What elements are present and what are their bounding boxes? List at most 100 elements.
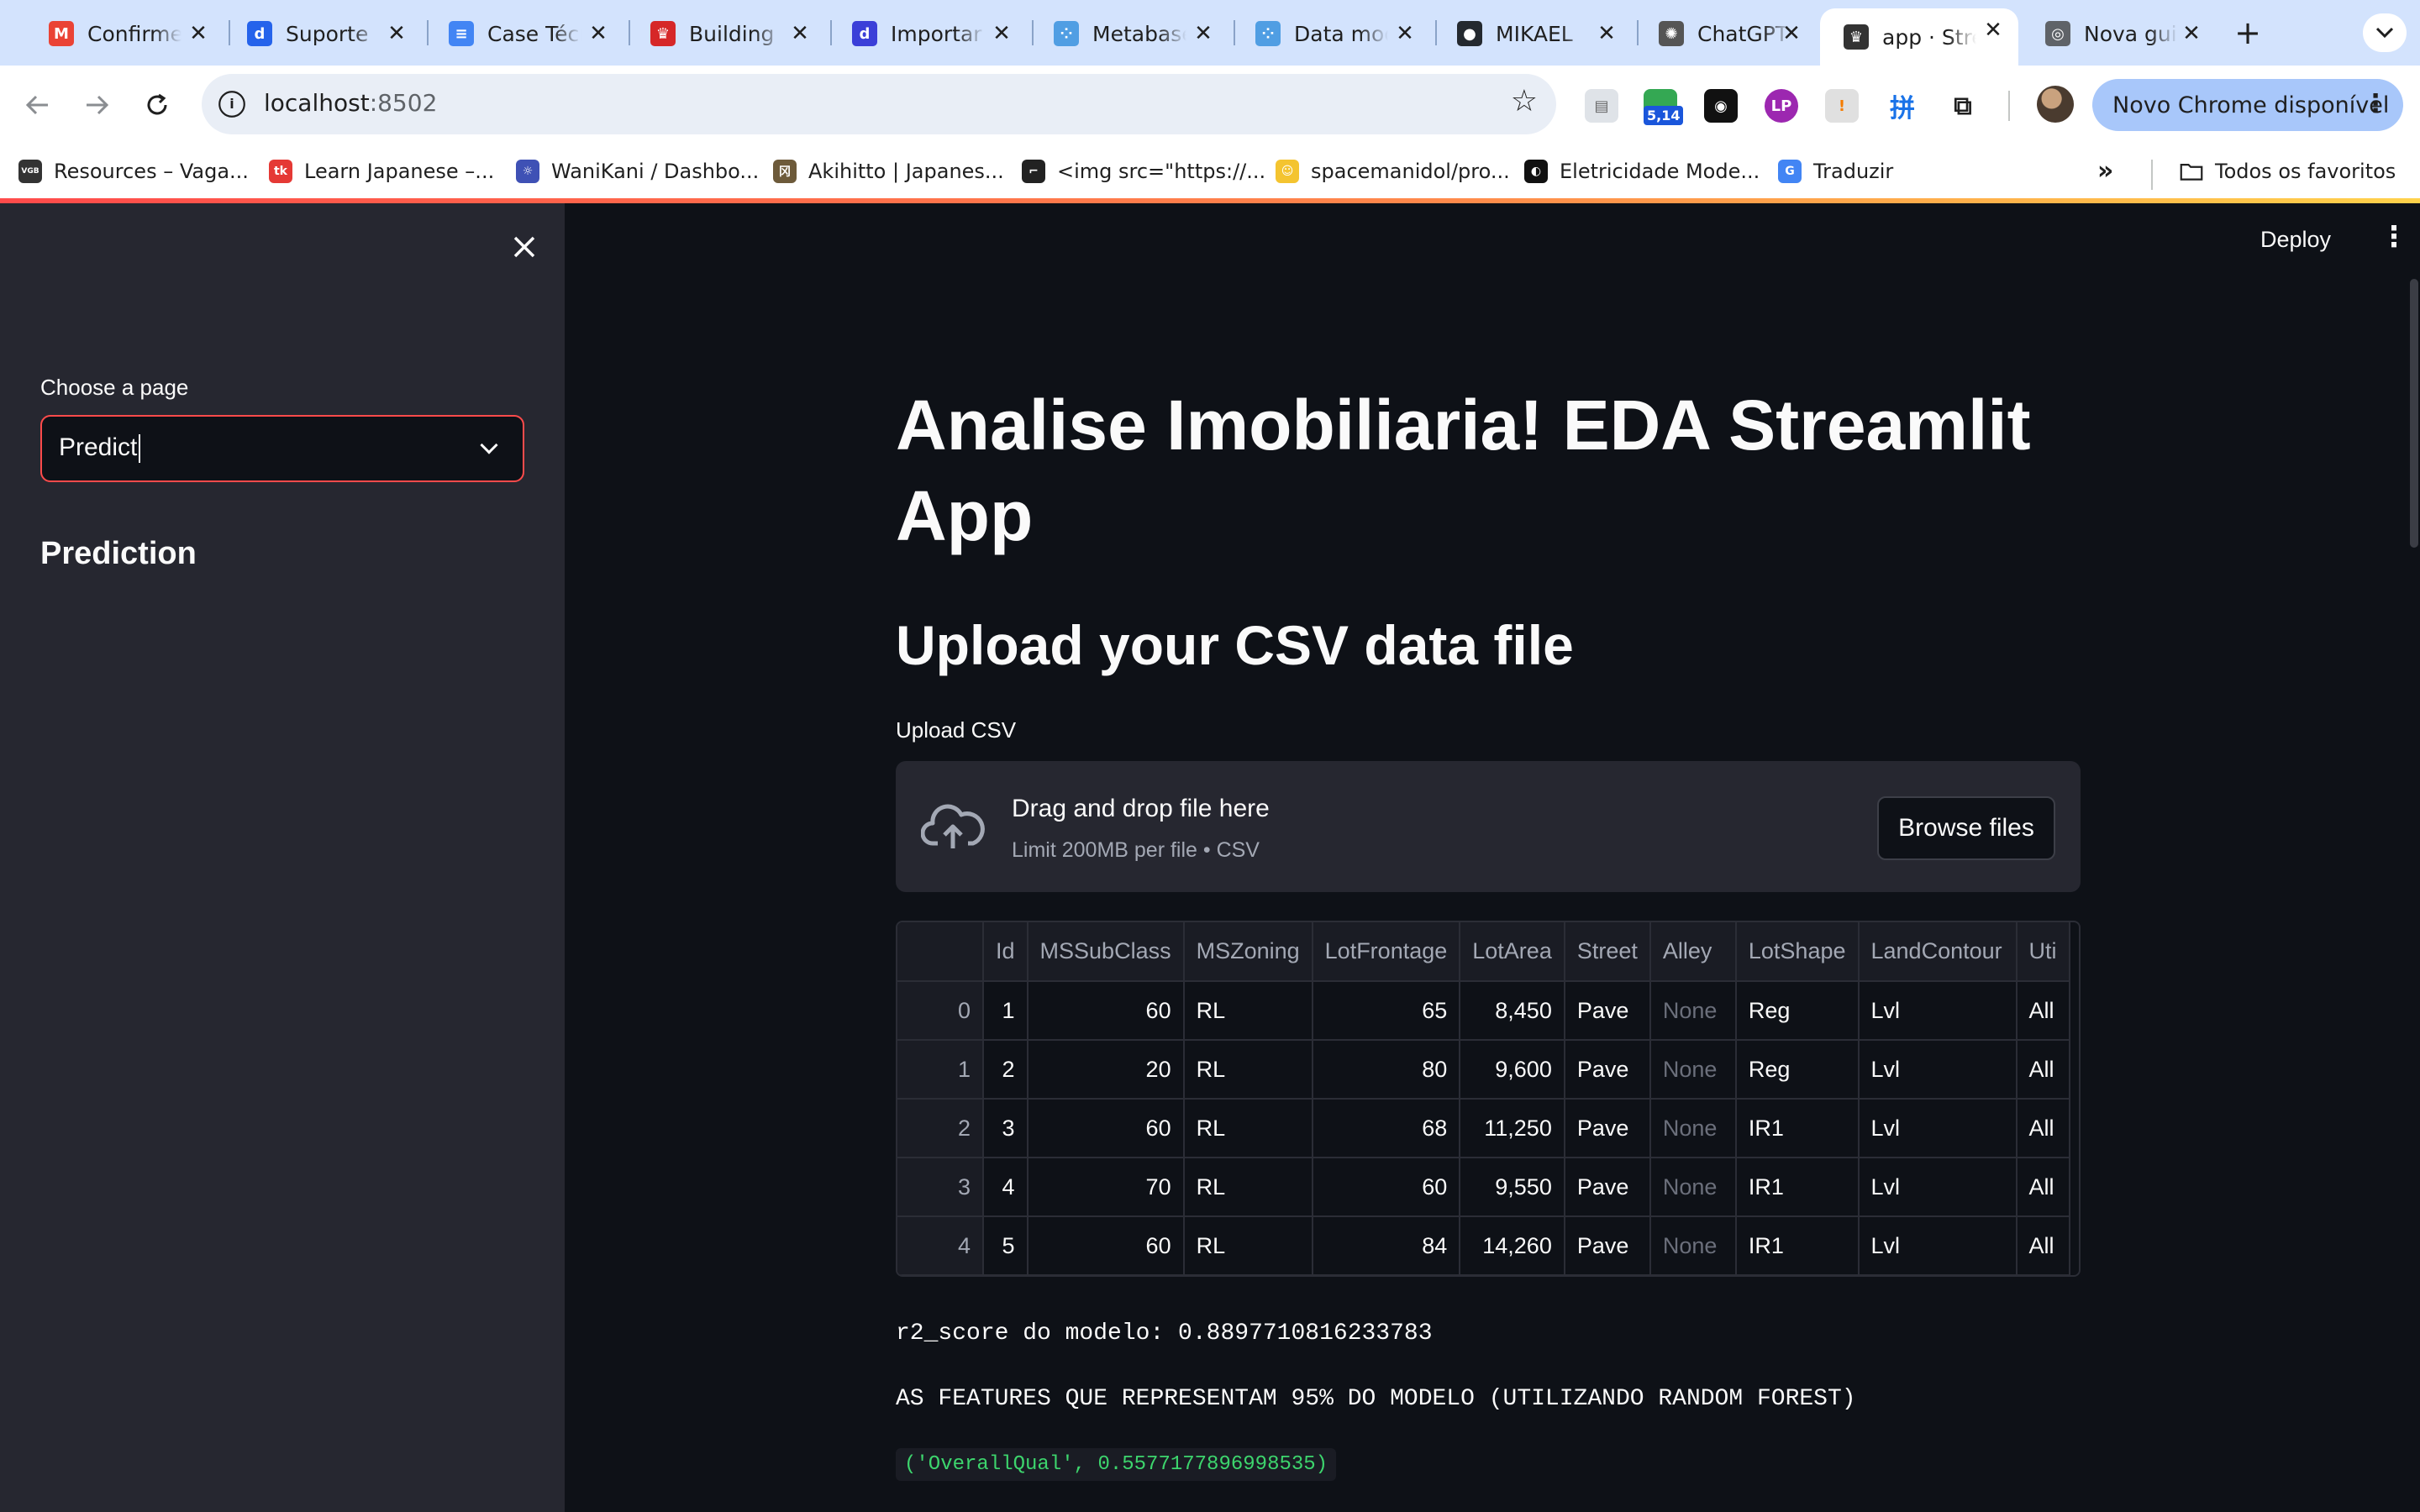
table-cell[interactable]: 60 [1027, 1216, 1185, 1275]
bookmark-item[interactable]: ⌐ <img src="https://... [1022, 155, 1265, 188]
bookmarks-overflow-icon[interactable]: » [2097, 156, 2113, 186]
more-vertical-icon[interactable]: ⋮ [2363, 87, 2388, 121]
close-tab-icon[interactable]: ✕ [1390, 18, 1420, 49]
browser-tab[interactable]: ⁘ Data model✕ [1240, 12, 1430, 55]
close-tab-icon[interactable]: ✕ [1978, 15, 2008, 45]
column-header[interactable]: LotShape [1735, 922, 1860, 982]
column-header[interactable]: LotFrontage [1312, 922, 1461, 982]
table-cell[interactable]: 70 [1027, 1158, 1185, 1217]
table-cell[interactable]: 20 [1027, 1040, 1185, 1100]
table-cell[interactable]: Pave [1564, 1099, 1651, 1158]
column-header[interactable] [897, 922, 984, 982]
column-header[interactable]: LandContour [1858, 922, 2018, 982]
table-cell[interactable]: 11,250 [1460, 1099, 1565, 1158]
browse-files-button[interactable]: Browse files [1877, 796, 2055, 860]
table-cell[interactable]: 9,600 [1460, 1040, 1565, 1100]
main-menu-icon[interactable]: ⋮ [2380, 222, 2408, 252]
bookmark-item[interactable]: VGB Resources – Vaga... [18, 155, 249, 188]
table-cell[interactable]: None [1649, 1099, 1737, 1158]
table-cell[interactable]: All [2016, 1099, 2070, 1158]
table-cell[interactable]: None [1649, 1158, 1737, 1217]
table-cell[interactable]: None [1649, 1040, 1737, 1100]
row-index[interactable]: 4 [897, 1216, 984, 1275]
reload-button[interactable] [138, 86, 176, 124]
extension-glasses-icon[interactable]: ◉ [1704, 89, 1738, 123]
column-header[interactable]: MSZoning [1183, 922, 1313, 982]
column-header[interactable]: Street [1564, 922, 1651, 982]
dataframe[interactable]: Id MSSubClass MSZoning LotFrontage LotArea St… [896, 921, 2081, 1277]
table-cell[interactable]: None [1649, 981, 1737, 1041]
table-cell[interactable]: 5 [983, 1216, 1028, 1275]
extensions-puzzle-icon[interactable]: ⧉ [1946, 89, 1980, 123]
browser-tab[interactable]: M Confirme ✕ [34, 12, 224, 55]
close-tab-icon[interactable]: ✕ [785, 18, 815, 49]
bookmark-item[interactable]: ☼ WaniKani / Dashbo... [516, 155, 759, 188]
bookmark-item[interactable]: G Traduzir [1778, 155, 1893, 188]
table-cell[interactable]: Pave [1564, 1040, 1651, 1100]
browser-tab[interactable]: ≡ Case Técnico✕ [434, 12, 623, 55]
close-sidebar-icon[interactable] [506, 228, 543, 265]
table-cell[interactable]: 80 [1312, 1040, 1461, 1100]
bookmark-item[interactable]: ☺ spacemanidol/pro... [1276, 155, 1510, 188]
column-header[interactable]: Id [983, 922, 1028, 982]
table-cell[interactable]: 60 [1027, 1099, 1185, 1158]
chrome-update-button[interactable]: Novo Chrome disponível ⋮ [2092, 79, 2403, 131]
close-tab-icon[interactable]: ✕ [183, 18, 213, 49]
table-cell[interactable]: 68 [1312, 1099, 1461, 1158]
close-tab-icon[interactable]: ✕ [1591, 18, 1622, 49]
extension-lock-warning-icon[interactable]: ! [1825, 89, 1859, 123]
extension-window-icon[interactable]: ▤ [1585, 89, 1618, 123]
table-cell[interactable]: 8,450 [1460, 981, 1565, 1041]
table-cell[interactable]: RL [1183, 1158, 1313, 1217]
bookmark-item[interactable]: 冈 Akihitto | Japanes... [773, 155, 1004, 188]
close-tab-icon[interactable]: ✕ [1776, 18, 1807, 49]
table-cell[interactable]: Lvl [1858, 981, 2018, 1041]
close-tab-icon[interactable]: ✕ [1188, 18, 1218, 49]
back-button[interactable] [18, 86, 57, 124]
table-cell[interactable]: RL [1183, 1040, 1313, 1100]
table-cell[interactable]: 2 [983, 1040, 1028, 1100]
close-tab-icon[interactable]: ✕ [2176, 18, 2207, 49]
address-bar[interactable]: i localhost:8502 ☆ [202, 74, 1556, 134]
tab-search-button[interactable] [2363, 13, 2407, 52]
browser-tab[interactable]: ◎ Nova guia✕ [2030, 12, 2217, 55]
forward-button[interactable] [77, 86, 116, 124]
table-cell[interactable]: None [1649, 1216, 1737, 1275]
browser-tab[interactable]: d Suporte ✕ [232, 12, 422, 55]
table-cell[interactable]: 3 [983, 1099, 1028, 1158]
page-select-value[interactable]: Predict [59, 433, 141, 464]
table-cell[interactable]: 9,550 [1460, 1158, 1565, 1217]
table-cell[interactable]: Lvl [1858, 1216, 2018, 1275]
table-cell[interactable]: 84 [1312, 1216, 1461, 1275]
new-tab-button[interactable]: + [2228, 13, 2267, 52]
table-cell[interactable]: IR1 [1735, 1099, 1860, 1158]
close-tab-icon[interactable]: ✕ [583, 18, 613, 49]
table-cell[interactable]: Reg [1735, 981, 1860, 1041]
extension-green-icon[interactable]: 5,14 [1644, 89, 1684, 125]
row-index[interactable]: 1 [897, 1040, 984, 1100]
all-bookmarks-folder[interactable]: Todos os favoritos [2180, 155, 2396, 188]
column-header[interactable]: LotArea [1460, 922, 1565, 982]
bookmark-item[interactable]: ◐ Eletricidade Mode... [1524, 155, 1760, 188]
column-header[interactable]: Uti [2016, 922, 2070, 982]
scrollbar-thumb[interactable] [2410, 279, 2418, 548]
table-cell[interactable]: Lvl [1858, 1158, 2018, 1217]
table-cell[interactable]: Lvl [1858, 1099, 2018, 1158]
row-index[interactable]: 3 [897, 1158, 984, 1217]
url-text[interactable]: localhost:8502 [264, 89, 437, 117]
bookmark-item[interactable]: tk Learn Japanese –... [269, 155, 494, 188]
page-select[interactable]: Predict [40, 415, 524, 482]
column-header[interactable]: MSSubClass [1027, 922, 1185, 982]
chevron-down-icon[interactable] [480, 436, 498, 454]
browser-tab[interactable]: ⁘ Metabase ✕ [1039, 12, 1228, 55]
deploy-button[interactable]: Deploy [2260, 227, 2331, 253]
table-cell[interactable]: Lvl [1858, 1040, 2018, 1100]
browser-tab[interactable]: ✺ ChatGPT ✕ [1644, 12, 1817, 55]
table-cell[interactable]: All [2016, 981, 2070, 1041]
close-tab-icon[interactable]: ✕ [381, 18, 412, 49]
table-cell[interactable]: RL [1183, 981, 1313, 1041]
bookmark-star-icon[interactable]: ☆ [1511, 84, 1538, 118]
table-cell[interactable]: Pave [1564, 981, 1651, 1041]
table-cell[interactable]: Pave [1564, 1216, 1651, 1275]
table-cell[interactable]: 4 [983, 1158, 1028, 1217]
